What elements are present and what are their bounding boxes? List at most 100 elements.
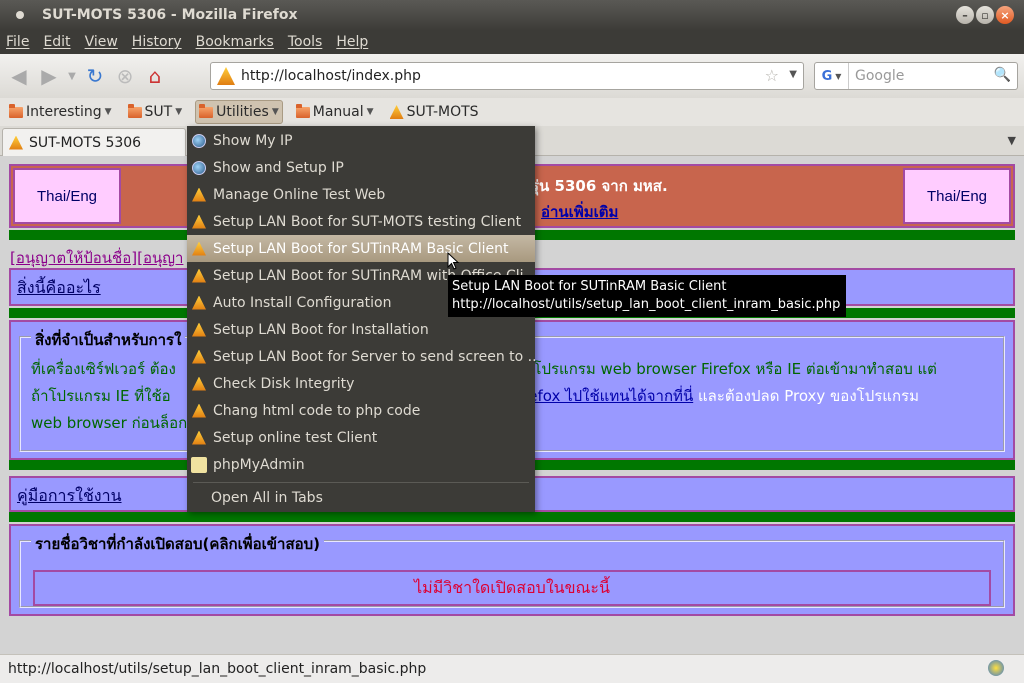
menu-item-lan-boot-installation[interactable]: Setup LAN Boot for Installation [187,316,535,343]
menu-item-label: Setup LAN Boot for Server to send screen… [213,348,535,365]
tab-sut-mots[interactable]: SUT-MOTS 5306 [2,128,186,156]
folder-icon [199,103,214,118]
chevron-down-icon: ▼ [104,107,112,117]
menu-item-check-disk[interactable]: Check Disk Integrity [187,370,535,397]
url-bar[interactable]: http://localhost/index.php ☆ ▼ [210,62,804,90]
forward-arrow-icon[interactable]: ▶ [34,61,64,91]
bookmark-sut-mots[interactable]: SUT-MOTS [387,100,482,124]
minimize-icon[interactable]: – [956,6,974,24]
menu-tools[interactable]: Tools [288,34,323,50]
what-is-this-link[interactable]: สิ่งนี้คืออะไร [17,276,101,301]
bookmark-label: Manual [312,104,364,120]
cone-icon [191,430,207,446]
thai-eng-left-button[interactable]: Thai/Eng [13,168,121,224]
menu-item-label: phpMyAdmin [213,456,305,473]
no-exam-message: ไม่มีวิชาใดเปิดสอบในขณะนี้ [33,570,991,606]
bookmark-label: Interesting [26,104,102,120]
tooltip-url: http://localhost/utils/setup_lan_boot_cl… [452,297,841,312]
menu-item-label: Setup online test Client [213,429,378,446]
menu-item-label: Setup LAN Boot for SUT-MOTS testing Clie… [213,213,522,230]
folder-icon [295,103,310,118]
menu-item-label: Setup LAN Boot for SUTinRAM Basic Client [213,240,509,257]
stop-icon[interactable]: ⊗ [110,61,140,91]
cone-icon [191,349,207,365]
window-menu-icon[interactable] [16,11,24,19]
permit-link[interactable]: [อนุญาตให้ป้อนชื่อ][อนุญา [10,246,183,270]
phpmyadmin-icon [191,456,207,473]
subjects-legend: รายชื่อวิชาที่กำลังเปิดสอบ(คลิกเพื่อเข้า… [31,532,324,556]
cone-icon [9,135,23,150]
window-title: SUT-MOTS 5306 - Mozilla Firefox [42,7,298,23]
menu-item-lan-boot-mots[interactable]: Setup LAN Boot for SUT-MOTS testing Clie… [187,208,535,235]
menu-edit[interactable]: Edit [43,34,70,50]
menu-item-online-test-client[interactable]: Setup online test Client [187,424,535,451]
cone-icon [191,403,207,419]
url-text[interactable]: http://localhost/index.php [241,68,421,84]
menu-item-label: Chang html code to php code [213,402,421,419]
mouse-cursor-icon [447,252,459,270]
tab-list-icon[interactable]: ▼ [1008,134,1016,147]
status-text: http://localhost/utils/setup_lan_boot_cl… [8,661,427,677]
req-text: web browser ก่อนล็อก [31,414,188,432]
back-arrow-icon[interactable]: ◀ [4,61,34,91]
bookmark-utilities[interactable]: Utilities ▼ [195,100,283,124]
search-input[interactable]: Google [855,68,904,84]
bookmarks-toolbar: Interesting ▼ SUT ▼ Utilities ▼ Manual ▼… [0,98,1024,126]
menu-file[interactable]: File [6,34,29,50]
menu-history[interactable]: History [132,34,182,50]
req-text: ที่เครื่องเซิร์ฟเวอร์ ต้อง [31,360,176,378]
google-engine-icon[interactable]: G ▼ [815,63,849,89]
search-bar[interactable]: G ▼ Google 🔍 [814,62,1018,90]
menu-separator [193,482,529,483]
maximize-icon[interactable]: ▫ [976,6,994,24]
close-icon[interactable]: × [996,6,1014,24]
thai-eng-right-button[interactable]: Thai/Eng [903,168,1011,224]
firefox-download-link[interactable]: Firefox ไปใช้แทนได้จากที่นี่ [511,387,694,405]
menu-item-html-to-php[interactable]: Chang html code to php code [187,397,535,424]
req-text: ถ้าโปรแกรม IE ที่ใช้อ [31,387,171,405]
globe-icon [191,160,207,176]
menu-item-show-my-ip[interactable]: Show My IP [187,127,535,154]
bookmark-label: SUT [144,104,173,120]
manual-link[interactable]: คู่มือการใช้งาน [17,484,122,509]
cone-icon [191,376,207,392]
menu-item-open-all-tabs[interactable]: Open All in Tabs [187,484,535,511]
requirements-legend: สิ่งที่จำเป็นสำหรับการใ [31,328,186,352]
utilities-dropdown-menu: Show My IP Show and Setup IP Manage Onli… [187,126,535,512]
bookmark-label: SUT-MOTS [406,104,479,120]
subjects-fieldset: รายชื่อวิชาที่กำลังเปิดสอบ(คลิกเพื่อเข้า… [19,532,1005,608]
bookmark-label: Utilities [216,104,269,120]
search-icon[interactable]: 🔍 [994,67,1011,83]
globe-icon [191,133,207,149]
reload-icon[interactable]: ↻ [80,61,110,91]
window-controls: – ▫ × [956,6,1014,24]
cone-icon [191,322,207,338]
cone-icon [389,105,404,119]
url-dropdown-icon[interactable]: ▼ [789,69,797,80]
menu-bar: File Edit View History Bookmarks Tools H… [0,30,1024,54]
banner-text: รุ่น 5306 จาก มหส. [531,177,668,195]
navigation-toolbar: ◀ ▶ ▼ ↻ ⊗ ⌂ http://localhost/index.php ☆… [0,54,1024,98]
status-bar: http://localhost/utils/setup_lan_boot_cl… [0,654,1024,683]
status-addon-icon[interactable] [988,660,1004,676]
menu-item-label: Show My IP [213,132,293,149]
menu-item-manage-test-web[interactable]: Manage Online Test Web [187,181,535,208]
menu-view[interactable]: View [85,34,118,50]
read-more-link[interactable]: อ่านเพิ่มเติม [541,200,618,224]
menu-bookmarks[interactable]: Bookmarks [196,34,274,50]
menu-item-show-setup-ip[interactable]: Show and Setup IP [187,154,535,181]
menu-item-lan-boot-inram-basic[interactable]: Setup LAN Boot for SUTinRAM Basic Client [187,235,535,262]
bookmark-star-icon[interactable]: ☆ [765,66,779,85]
chevron-down-icon: ▼ [366,107,374,117]
menu-item-lan-boot-server-screen[interactable]: Setup LAN Boot for Server to send screen… [187,343,535,370]
home-icon[interactable]: ⌂ [140,61,170,91]
tab-title: SUT-MOTS 5306 [29,134,142,151]
menu-item-phpmyadmin[interactable]: phpMyAdmin [187,451,535,478]
menu-help[interactable]: Help [336,34,368,50]
chevron-down-icon: ▼ [271,107,279,117]
tooltip: Setup LAN Boot for SUTinRAM Basic Client… [448,275,846,317]
history-dropdown-icon[interactable]: ▼ [64,61,80,91]
bookmark-manual[interactable]: Manual ▼ [293,100,377,124]
bookmark-interesting[interactable]: Interesting ▼ [6,100,115,124]
bookmark-sut[interactable]: SUT ▼ [125,100,186,124]
